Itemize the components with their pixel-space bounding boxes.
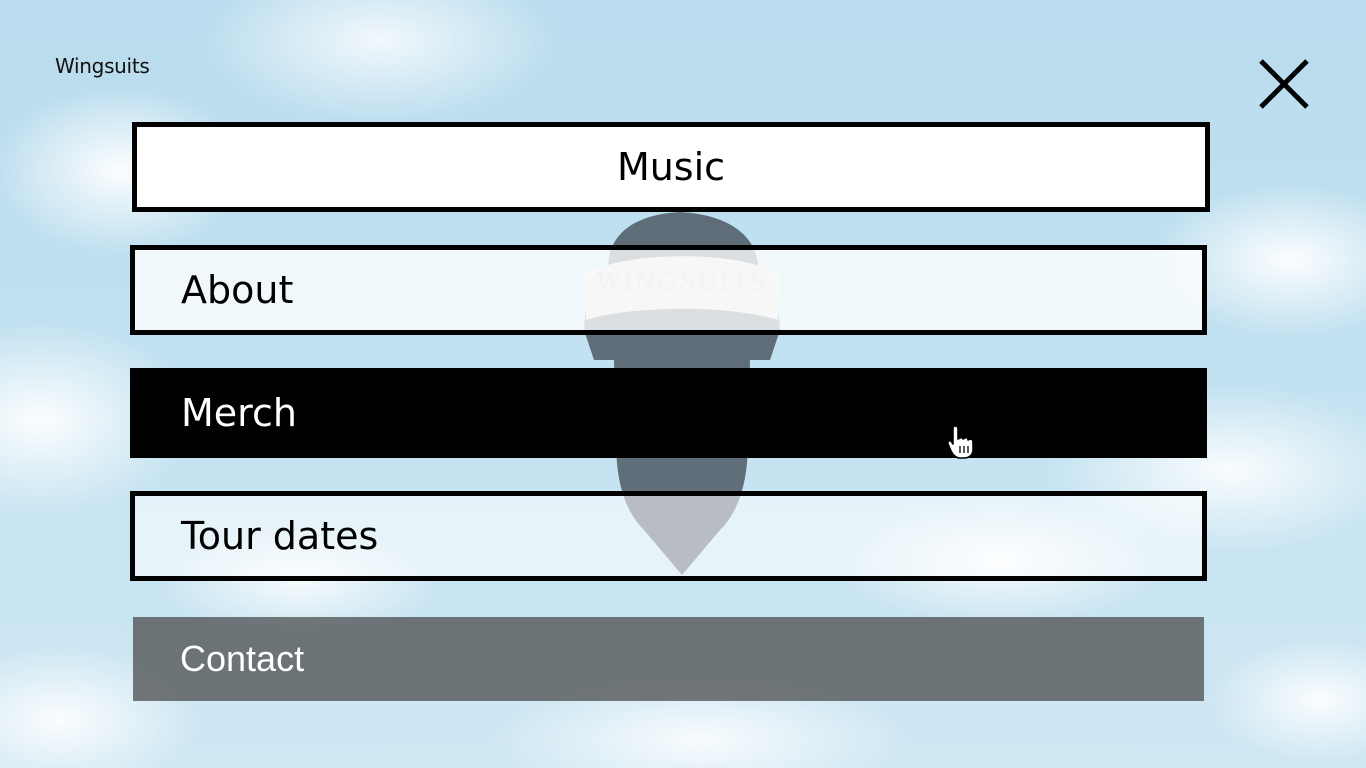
menu-item-label: Merch <box>181 391 297 435</box>
menu-item-label: Tour dates <box>181 514 379 558</box>
menu-item-merch[interactable]: Merch <box>130 368 1207 458</box>
menu-item-about[interactable]: About <box>130 245 1207 335</box>
menu-item-tour-dates[interactable]: Tour dates <box>130 491 1207 581</box>
close-icon <box>1259 59 1309 109</box>
menu-item-music[interactable]: Music <box>132 122 1210 212</box>
menu-item-label: Contact <box>180 638 305 679</box>
menu-item-label: Music <box>616 145 726 189</box>
close-menu-button[interactable] <box>1256 56 1312 112</box>
menu-item-label: About <box>181 268 294 312</box>
brand-logo[interactable]: Wingsuits <box>55 54 150 78</box>
menu-item-contact[interactable]: Contact <box>133 617 1204 701</box>
